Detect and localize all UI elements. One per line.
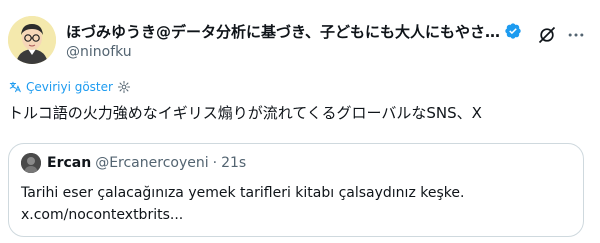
translate-link[interactable]: Çeviriyi göster (26, 80, 113, 94)
quoted-author-handle[interactable]: @Ercanercoyeni (95, 155, 208, 171)
author-display-name[interactable]: ほづみゆうき@データ分析に基づき、子どもにも大人にもやさ… (66, 21, 500, 42)
quoted-tweet[interactable]: Ercan @Ercanercoyeni · 21s Tarihi eser ç… (8, 143, 584, 237)
quoted-author-name[interactable]: Ercan (47, 155, 91, 171)
translate-icon (9, 81, 21, 93)
settings-gear-icon[interactable] (117, 80, 131, 94)
grok-icon-glyph (538, 26, 556, 44)
author-handle[interactable]: @ninofku (66, 44, 132, 60)
author-name-row: ほづみゆうき@データ分析に基づき、子どもにも大人にもやさ… (66, 20, 522, 42)
quoted-author-avatar[interactable] (21, 153, 41, 173)
quoted-separator: · (212, 155, 218, 171)
translate-row: Çeviriyi göster (8, 78, 131, 96)
grok-icon[interactable] (536, 24, 558, 46)
author-avatar[interactable] (8, 16, 56, 64)
avatar-illustration (8, 16, 56, 64)
quoted-text-line-1: Tarihi eser çalacağınıza yemek tarifleri… (21, 185, 465, 201)
quoted-avatar-illustration (21, 153, 41, 173)
tweet-card: ほづみゆうき@データ分析に基づき、子どもにも大人にもやさ… @ninofku Ç… (0, 0, 600, 243)
more-icon[interactable] (565, 24, 587, 46)
quoted-timestamp[interactable]: 21s (221, 155, 246, 171)
quoted-text-link[interactable]: x.com/nocontextbrits... (21, 204, 571, 226)
verified-badge-icon[interactable] (504, 22, 522, 40)
quoted-tweet-header: Ercan @Ercanercoyeni · 21s (21, 153, 246, 173)
more-icon-glyph (568, 33, 584, 37)
quoted-tweet-text: Tarihi eser çalacağınıza yemek tarifleri… (21, 182, 571, 226)
tweet-text: トルコ語の火力強めなイギリス煽りが流れてくるグローバルなSNS、X (8, 104, 482, 122)
